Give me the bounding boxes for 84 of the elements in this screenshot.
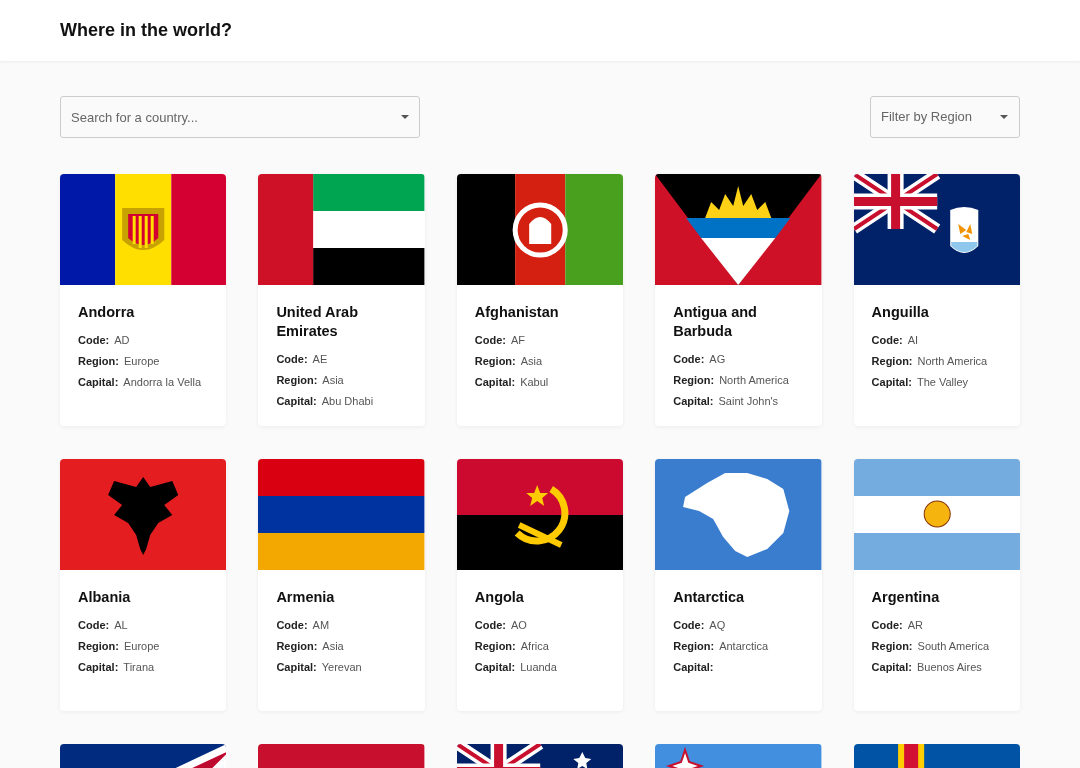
country-card[interactable]: Andorra Code: AD Region: Europe Capital: Andorra la Vella <box>60 174 227 426</box>
field-value: The Valley <box>916 375 969 390</box>
country-name: Afghanistan <box>474 303 560 322</box>
field-label: Region: <box>276 639 318 654</box>
field-value: AR <box>907 618 924 633</box>
field-label: Code: <box>78 618 110 633</box>
field-value: AE <box>312 352 328 367</box>
field-label: Capital: <box>474 375 516 390</box>
field-value: AQ <box>709 618 726 633</box>
field-value: AF <box>510 333 526 348</box>
country-name: Argentina <box>871 588 941 607</box>
field-label: Code: <box>673 352 705 367</box>
field-value: AO <box>510 618 527 633</box>
field-value: South America <box>917 639 990 654</box>
country-card[interactable]: Antigua and Barbuda Code: AG Region: North America Capital: Saint John's <box>655 174 822 426</box>
country-card[interactable]: Anguilla Code: AI Region: North America Capital: The Valley <box>853 174 1020 426</box>
field-label: Code: <box>474 618 506 633</box>
field-label: Capital: <box>78 375 119 390</box>
field-value: Abu Dhabi <box>321 394 374 409</box>
caret-icon <box>999 114 1009 120</box>
field-label: Region: <box>474 639 516 654</box>
country-card[interactable]: Armenia Code: AM Region: Asia Capital: Yerevan <box>258 459 425 711</box>
field-value: AL <box>114 618 128 633</box>
field-value: AG <box>709 352 726 367</box>
caret-icon <box>400 114 410 120</box>
country-name: Andorra <box>78 303 136 322</box>
field-label: Code: <box>78 333 110 348</box>
field-value: Tirana <box>123 660 155 675</box>
field-value: AI <box>907 333 919 348</box>
field-label: Capital: <box>871 375 912 390</box>
field-label: Region: <box>276 373 318 388</box>
field-value: Antarctica <box>719 639 769 654</box>
country-name: Armenia <box>276 588 336 607</box>
field-value: Europe <box>123 639 160 654</box>
country-name: Albania <box>78 588 132 607</box>
field-label: Capital: <box>673 660 714 675</box>
country-name: Antarctica <box>673 588 746 607</box>
field-label: Region: <box>871 354 913 369</box>
field-value: Luanda <box>520 660 557 675</box>
field-label: Region: <box>871 639 913 654</box>
field-label: Region: <box>673 373 715 388</box>
field-label: Code: <box>871 333 903 348</box>
country-card[interactable]: United Arab Emirates Code: AE Region: Asia Capital: Abu Dhabi <box>258 174 425 426</box>
field-label: Code: <box>276 352 308 367</box>
app-title: Where in the world? <box>60 19 232 42</box>
field-value: Buenos Aires <box>916 660 982 675</box>
country-name: Anguilla <box>871 303 930 322</box>
field-label: Code: <box>276 618 308 633</box>
field-value: Kabul <box>520 375 549 390</box>
field-value: Europe <box>123 354 160 369</box>
field-label: Region: <box>673 639 715 654</box>
field-label: Region: <box>78 639 119 654</box>
search-field[interactable]: Search for a country... <box>60 96 420 138</box>
field-value: Asia <box>322 373 344 388</box>
field-value: AD <box>114 333 130 348</box>
field-label: Code: <box>474 333 506 348</box>
field-label: Capital: <box>78 660 119 675</box>
country-card[interactable]: Angola Code: AO Region: Africa Capital: Luanda <box>456 459 624 711</box>
field-value: Asia <box>322 639 344 654</box>
country-name: United Arab Emirates <box>276 303 360 341</box>
field-value: AM <box>312 618 330 633</box>
field-value: Saint John's <box>718 394 779 409</box>
field-label: Capital: <box>276 394 317 409</box>
field-value: North America <box>719 373 789 388</box>
field-value: Yerevan <box>321 660 362 675</box>
country-card[interactable]: Argentina Code: AR Region: South America Capital: Buenos Aires <box>853 459 1020 711</box>
country-name: Antigua and Barbuda <box>673 303 758 341</box>
country-name: Angola <box>474 588 525 607</box>
field-label: Code: <box>871 618 903 633</box>
field-label: Region: <box>78 354 119 369</box>
field-label: Capital: <box>673 394 714 409</box>
field-label: Capital: <box>276 660 317 675</box>
field-label: Capital: <box>474 660 516 675</box>
field-value: Andorra la Vella <box>123 375 201 390</box>
field-value: North America <box>917 354 988 369</box>
field-value: Asia <box>520 354 543 369</box>
country-card[interactable]: Afghanistan Code: AF Region: Asia Capital: Kabul <box>456 174 624 426</box>
country-card[interactable]: Antarctica Code: AQ Region: Antarctica Capital: <box>655 459 822 711</box>
field-value: Africa <box>520 639 549 654</box>
field-label: Code: <box>673 618 705 633</box>
field-label: Region: <box>474 354 516 369</box>
region-filter-dropdown[interactable]: Filter by Region <box>870 96 1020 138</box>
field-label: Capital: <box>871 660 912 675</box>
country-card[interactable]: Albania Code: AL Region: Europe Capital: Tirana <box>60 459 227 711</box>
